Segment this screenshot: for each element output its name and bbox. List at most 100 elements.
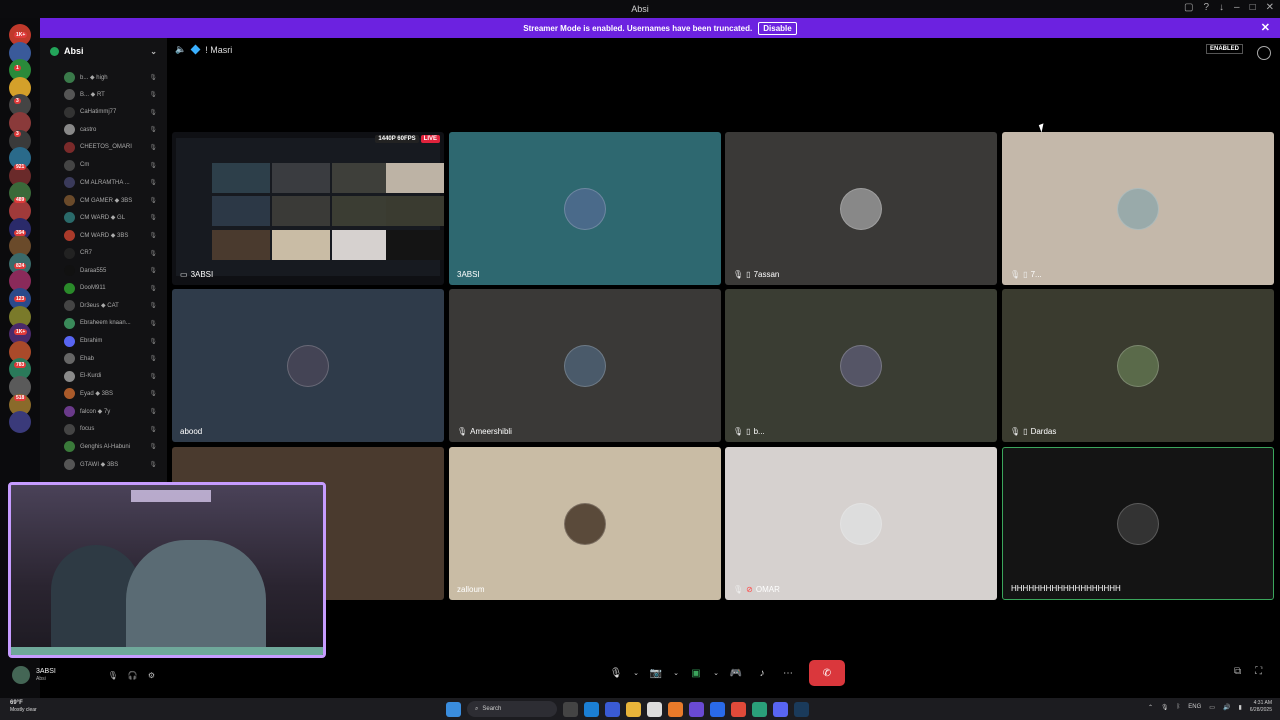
member-item[interactable]: CM WARD ◆ GL 🎙 (40, 210, 167, 226)
soundboard-icon[interactable]: ♪ (751, 662, 773, 684)
member-item[interactable]: CHEETOS_OMARI 🎙 (40, 139, 167, 155)
more-options-icon[interactable]: ⋯ (777, 662, 799, 684)
member-item[interactable]: Dr3eus ◆ CAT 🎙 (40, 298, 167, 314)
screen-share-button[interactable]: ▣ (685, 662, 707, 684)
member-item[interactable]: CM ALRAMTHA ... 🎙 (40, 175, 167, 191)
minimize-button[interactable]: – (1234, 2, 1240, 13)
microphone-button[interactable]: 🎙 (605, 662, 627, 684)
stream-tile[interactable]: 1440P 60FPS LIVE ▭ 3ABSI (172, 132, 444, 285)
member-item[interactable]: Genghis Al-Habuni 🎙 (40, 439, 167, 455)
server-icon[interactable] (9, 411, 31, 434)
camera-button[interactable]: 📷 (645, 662, 667, 684)
help-icon[interactable]: ? (1203, 2, 1209, 13)
popout-icon[interactable]: ⧉ (1234, 666, 1241, 677)
close-banner-icon[interactable]: ✕ (1261, 21, 1270, 34)
chevron-down-icon[interactable]: ⌄ (671, 662, 681, 684)
participant-tile[interactable]: 🎙 Ameershibli (449, 289, 721, 442)
speaker-icon[interactable]: 🔈 (175, 44, 186, 55)
fullscreen-icon[interactable]: ⛶ (1255, 666, 1262, 677)
member-item[interactable]: CM GAMER ◆ 3BS 🎙 (40, 192, 167, 208)
member-item[interactable]: Ehab 🎙 (40, 351, 167, 367)
close-window-button[interactable]: ✕ (1266, 2, 1274, 13)
avatar (64, 405, 75, 417)
windows-start-icon[interactable] (446, 701, 461, 717)
member-item[interactable]: CR7 🎙 (40, 245, 167, 261)
member-item[interactable]: b... ◆ high 🎙 (40, 69, 167, 85)
avatar (64, 247, 75, 259)
member-item[interactable]: CaHatimmj77 🎙 (40, 104, 167, 120)
participant-tile[interactable]: 🎙 ▯ b... (725, 289, 997, 442)
participant-tile[interactable]: 🎙 ▯ Dardas (1002, 289, 1274, 442)
volume-icon[interactable]: 🔊 (1223, 704, 1230, 711)
settings-icon[interactable]: ⚙ (148, 671, 155, 680)
steam-icon[interactable] (794, 701, 809, 717)
avatar (64, 353, 75, 365)
server-header[interactable]: Absi ⌄ (40, 38, 167, 64)
search-box[interactable]: ⌕ Search (467, 701, 557, 717)
member-item[interactable]: Ebraheem knaan... 🎙 (40, 315, 167, 331)
download-icon[interactable]: ↓ (1219, 2, 1224, 13)
member-item[interactable]: falcon ◆ 7y 🎙 (40, 403, 167, 419)
disable-streamer-mode-button[interactable]: Disable (758, 21, 797, 35)
member-item[interactable]: DooM911 🎙 (40, 280, 167, 296)
member-item[interactable]: Eyad ◆ 3BS 🎙 (40, 386, 167, 402)
app-icon[interactable] (752, 701, 767, 717)
enabled-badge[interactable]: ENABLED (1206, 44, 1244, 54)
member-item[interactable]: GTAWI ◆ 3BS 🎙 (40, 456, 167, 472)
network-icon[interactable]: ▭ (1209, 704, 1215, 711)
member-item[interactable]: Daraa555 🎙 (40, 263, 167, 279)
participant-tile[interactable]: HHHHHHHHHHHHHHHHHHH (1002, 447, 1274, 600)
participant-tile[interactable]: zalloum (449, 447, 721, 600)
chevron-down-icon[interactable]: ⌄ (711, 662, 721, 684)
task-view-icon[interactable] (563, 701, 578, 717)
avatar[interactable] (12, 666, 30, 684)
member-item[interactable]: castro 🎙 (40, 122, 167, 138)
participant-tile[interactable]: 🎙 ⊘ OMAR (725, 447, 997, 600)
chevron-down-icon[interactable]: ⌄ (150, 47, 157, 56)
chevron-down-icon[interactable]: ⌄ (631, 662, 641, 684)
store-icon[interactable] (647, 701, 662, 717)
muted-icon: 🎙 (149, 338, 157, 345)
activities-icon[interactable]: 🎮 (725, 662, 747, 684)
app-icon[interactable] (689, 701, 704, 717)
member-name: CR7 (80, 250, 93, 256)
muted-icon: 🎙 (149, 408, 157, 415)
participant-tile[interactable]: 🎙 ▯ 7assan (725, 132, 997, 285)
microphone-tray-icon[interactable]: 🎙 (1161, 704, 1169, 711)
server-name: Absi (64, 46, 84, 56)
member-item[interactable]: Cm 🎙 (40, 157, 167, 173)
weather-widget[interactable]: 69°F Mostly clear (10, 700, 37, 714)
avatar (64, 282, 75, 294)
headphones-icon[interactable]: 🎧 (128, 671, 138, 680)
member-name: CM WARD ◆ GL (80, 215, 126, 222)
inbox-icon[interactable]: ▢ (1184, 2, 1193, 13)
member-item[interactable]: B... ◆ RT 🎙 (40, 87, 167, 103)
app-icon[interactable] (710, 701, 725, 717)
maximize-button[interactable]: □ (1250, 2, 1256, 13)
microphone-icon[interactable]: 🎙 (108, 671, 118, 680)
participant-tile[interactable]: 3ABSI (449, 132, 721, 285)
chevron-up-icon[interactable]: ⌃ (1148, 704, 1153, 711)
edge-icon[interactable] (584, 701, 599, 717)
disconnect-button[interactable]: ✆ (809, 660, 845, 686)
avatar (1117, 187, 1159, 230)
member-item[interactable]: Ebrahim 🎙 (40, 333, 167, 349)
discord-icon[interactable] (773, 701, 788, 717)
member-item[interactable]: focus 🎙 (40, 421, 167, 437)
participant-tile[interactable]: 🎙 ▯ 7... (1002, 132, 1274, 285)
language-indicator[interactable]: ENG (1188, 704, 1201, 710)
muted-icon: 🎙 (149, 92, 157, 99)
participant-tile[interactable]: abood (172, 289, 444, 442)
activity-icon[interactable] (1257, 46, 1271, 60)
file-explorer-icon[interactable] (626, 701, 641, 717)
muted-icon: 🎙 (149, 232, 157, 239)
clock[interactable]: 4:31 AM 6/28/2025 (1250, 700, 1272, 714)
chrome-icon[interactable] (731, 701, 746, 717)
battery-icon[interactable]: ▮ (1238, 704, 1241, 711)
member-item[interactable]: CM WARD ◆ 3BS 🎙 (40, 227, 167, 243)
stream-mini-tile (212, 230, 270, 260)
bluetooth-icon[interactable]: ᛒ (1177, 704, 1181, 710)
app-icon[interactable] (668, 701, 683, 717)
copilot-icon[interactable] (605, 701, 620, 717)
member-item[interactable]: El-Kurdi 🎙 (40, 368, 167, 384)
